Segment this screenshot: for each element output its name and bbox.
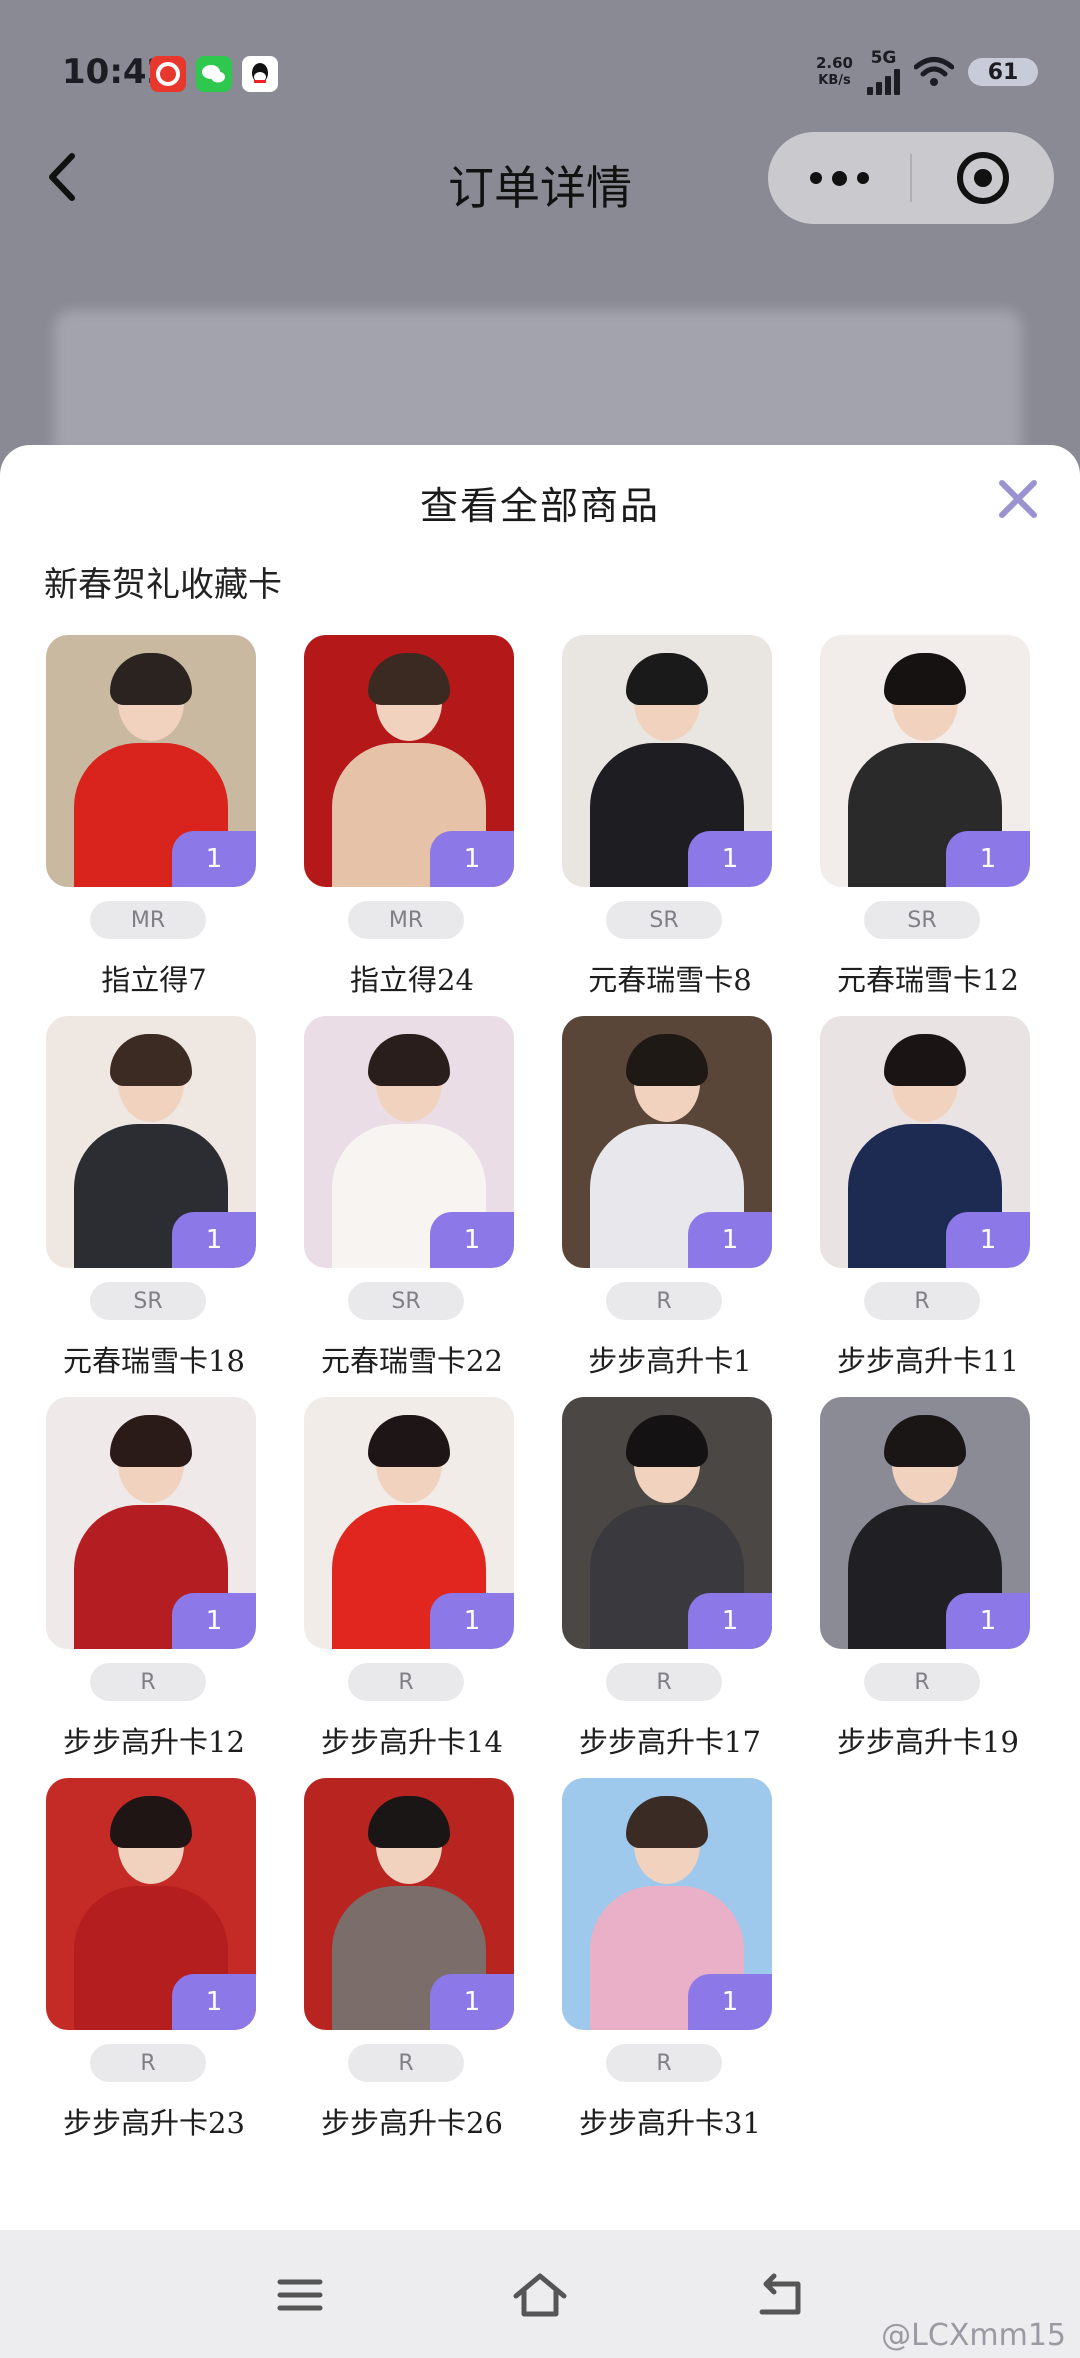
figure-hair [626, 1796, 708, 1848]
quantity-badge: 1 [688, 1593, 772, 1649]
network-type: 5G [870, 47, 897, 68]
all-products-sheet: 查看全部商品 新春贺礼收藏卡 1 MR 指立得7 1 MR 指立得24 1 SR 元春瑞雪卡8 1… [0, 445, 1080, 2230]
rarity-badge: R [348, 1663, 464, 1701]
rarity-badge: MR [90, 901, 206, 939]
figure-hair [884, 1034, 966, 1086]
product-image[interactable]: 1 [304, 635, 514, 887]
figure-hair [110, 653, 192, 705]
mini-program-capsule [768, 132, 1054, 224]
blurred-order-card [54, 310, 1022, 460]
product-name: 步步高升卡11 [837, 1344, 1019, 1378]
quantity-badge: 1 [688, 831, 772, 887]
product-image[interactable]: 1 [46, 1397, 256, 1649]
product-image[interactable]: 1 [46, 1016, 256, 1268]
status-bar: 10:42 2.60 KB/s 5G 61 [0, 0, 1080, 140]
product-image[interactable]: 1 [304, 1778, 514, 2030]
product-image[interactable]: 1 [304, 1016, 514, 1268]
product-name: 步步高升卡14 [321, 1725, 503, 1759]
figure-hair [626, 1415, 708, 1467]
product-image[interactable]: 1 [562, 1778, 772, 2030]
quantity-badge: 1 [430, 1593, 514, 1649]
rarity-badge: R [348, 2044, 464, 2082]
close-x-icon[interactable] [994, 475, 1042, 523]
product-image[interactable]: 1 [562, 635, 772, 887]
battery-indicator: 61 [968, 58, 1038, 86]
netease-music-icon [150, 56, 186, 92]
quantity-badge: 1 [430, 1974, 514, 2030]
product-name: 指立得24 [350, 963, 474, 997]
product-name: 步步高升卡1 [588, 1344, 752, 1378]
quantity-badge: 1 [688, 1212, 772, 1268]
net-speed-unit: KB/s [818, 73, 851, 88]
product-name: 元春瑞雪卡22 [321, 1344, 503, 1378]
navigation-bar: 订单详情 [0, 120, 1080, 230]
figure-hair [368, 1796, 450, 1848]
product-image[interactable]: 1 [304, 1397, 514, 1649]
product-name: 步步高升卡17 [579, 1725, 761, 1759]
product-image[interactable]: 1 [820, 635, 1030, 887]
rarity-badge: R [90, 1663, 206, 1701]
product-image[interactable]: 1 [46, 1778, 256, 2030]
product-image[interactable]: 1 [820, 1016, 1030, 1268]
figure-hair [368, 653, 450, 705]
quantity-badge: 1 [172, 1212, 256, 1268]
wifi-icon [914, 57, 954, 86]
figure-hair [110, 1034, 192, 1086]
quantity-badge: 1 [172, 1593, 256, 1649]
rarity-badge: R [606, 1663, 722, 1701]
target-circle-icon[interactable] [912, 132, 1054, 224]
quantity-badge: 1 [430, 1212, 514, 1268]
product-name: 步步高升卡26 [321, 2106, 503, 2140]
figure-hair [368, 1415, 450, 1467]
product-name: 元春瑞雪卡12 [837, 963, 1019, 997]
return-icon[interactable] [750, 2270, 810, 2320]
rarity-badge: R [606, 2044, 722, 2082]
product-name: 步步高升卡19 [837, 1725, 1019, 1759]
more-dots-icon[interactable] [768, 132, 910, 224]
sheet-title: 查看全部商品 [419, 484, 660, 528]
rarity-badge: R [606, 1282, 722, 1320]
section-title: 新春贺礼收藏卡 [44, 565, 282, 605]
product-name: 指立得7 [101, 963, 207, 997]
watermark: @LCXmm15 [881, 2318, 1066, 2353]
rarity-badge: SR [90, 1282, 206, 1320]
net-speed-value: 2.60 [815, 54, 853, 72]
product-image[interactable]: 1 [562, 1016, 772, 1268]
quantity-badge: 1 [430, 831, 514, 887]
qq-icon [242, 56, 278, 92]
quantity-badge: 1 [946, 831, 1030, 887]
product-image[interactable]: 1 [46, 635, 256, 887]
rarity-badge: SR [864, 901, 980, 939]
rarity-badge: R [864, 1663, 980, 1701]
product-name: 元春瑞雪卡8 [588, 963, 752, 997]
product-name: 步步高升卡31 [579, 2106, 761, 2140]
figure-hair [626, 653, 708, 705]
home-icon[interactable] [510, 2270, 570, 2320]
rarity-badge: SR [606, 901, 722, 939]
quantity-badge: 1 [172, 831, 256, 887]
product-name: 步步高升卡23 [63, 2106, 245, 2140]
figure-hair [884, 1415, 966, 1467]
rarity-badge: R [90, 2044, 206, 2082]
product-name: 元春瑞雪卡18 [63, 1344, 245, 1378]
figure-hair [884, 653, 966, 705]
wechat-icon [196, 56, 232, 92]
figure-hair [110, 1796, 192, 1848]
rarity-badge: SR [348, 1282, 464, 1320]
product-name: 步步高升卡12 [63, 1725, 245, 1759]
quantity-badge: 1 [688, 1974, 772, 2030]
rarity-badge: R [864, 1282, 980, 1320]
rarity-badge: MR [348, 901, 464, 939]
figure-hair [626, 1034, 708, 1086]
menu-lines-icon[interactable] [270, 2270, 330, 2320]
cellular-icon: 5G [867, 47, 900, 95]
product-image[interactable]: 1 [820, 1397, 1030, 1649]
quantity-badge: 1 [172, 1974, 256, 2030]
product-image[interactable]: 1 [562, 1397, 772, 1649]
quantity-badge: 1 [946, 1212, 1030, 1268]
net-speed: 2.60 KB/s [816, 55, 853, 89]
figure-hair [368, 1034, 450, 1086]
figure-hair [110, 1415, 192, 1467]
quantity-badge: 1 [946, 1593, 1030, 1649]
